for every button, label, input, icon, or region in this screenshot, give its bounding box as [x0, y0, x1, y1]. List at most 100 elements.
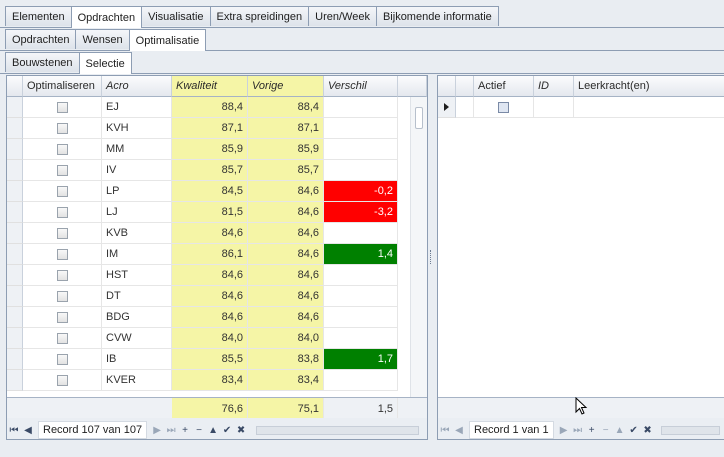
cell-acro[interactable]: KVB	[102, 223, 172, 244]
cell-kwaliteit[interactable]: 84,6	[172, 307, 248, 328]
tab-bouwstenen[interactable]: Bouwstenen	[5, 52, 80, 72]
cell-vorige[interactable]: 83,4	[248, 370, 324, 391]
add-icon[interactable]: +	[178, 425, 192, 436]
cell-verschil[interactable]	[324, 139, 398, 160]
cell-kwaliteit[interactable]: 85,7	[172, 160, 248, 181]
vertical-scrollbar[interactable]	[410, 97, 427, 397]
cell-kwaliteit[interactable]: 87,1	[172, 118, 248, 139]
tab-opdrachten[interactable]: Opdrachten	[70, 6, 143, 28]
optimaliseren-checkbox[interactable]	[56, 374, 68, 386]
right-first-record-icon[interactable]: ⏮	[438, 425, 452, 436]
col-id[interactable]: ID	[534, 76, 574, 97]
cell-acro[interactable]: IB	[102, 349, 172, 370]
row-indicator[interactable]	[7, 118, 23, 139]
right-move-up-icon[interactable]: ▲	[613, 425, 627, 436]
cell-optimaliseren[interactable]	[23, 349, 102, 370]
optimaliseren-checkbox[interactable]	[56, 122, 68, 134]
cell-kwaliteit[interactable]: 84,6	[172, 286, 248, 307]
cell-optimaliseren[interactable]	[23, 181, 102, 202]
cell-vorige[interactable]: 83,8	[248, 349, 324, 370]
first-record-icon[interactable]: ⏮	[7, 425, 21, 436]
cell-acro[interactable]: IV	[102, 160, 172, 181]
cell-acro[interactable]: MM	[102, 139, 172, 160]
cell-optimaliseren[interactable]	[23, 328, 102, 349]
cell-acro[interactable]: CVW	[102, 328, 172, 349]
cell-vorige[interactable]: 84,6	[248, 223, 324, 244]
cell-acro[interactable]: LJ	[102, 202, 172, 223]
right-cell-actief[interactable]	[474, 97, 534, 118]
cell-acro[interactable]: HST	[102, 265, 172, 286]
right-prev-record-icon[interactable]: ◀	[452, 425, 466, 436]
cell-verschil[interactable]: 1,7	[324, 349, 398, 370]
tab-opdrachten-sub[interactable]: Opdrachten	[5, 29, 77, 49]
cell-kwaliteit[interactable]: 85,9	[172, 139, 248, 160]
row-indicator[interactable]	[7, 160, 23, 181]
right-add-icon[interactable]: +	[585, 425, 599, 436]
cell-verschil[interactable]	[324, 307, 398, 328]
cell-kwaliteit[interactable]: 84,0	[172, 328, 248, 349]
right-cancel-icon[interactable]: ✖	[641, 425, 655, 436]
optimaliseren-checkbox[interactable]	[56, 206, 68, 218]
col-actief[interactable]: Actief	[474, 76, 534, 97]
tab-visualisatie[interactable]: Visualisatie	[141, 6, 211, 26]
optimaliseren-checkbox[interactable]	[56, 311, 68, 323]
cell-verschil[interactable]	[324, 328, 398, 349]
cell-acro[interactable]: LP	[102, 181, 172, 202]
remove-icon[interactable]: −	[192, 425, 206, 436]
tab-optimalisatie[interactable]: Optimalisatie	[128, 29, 207, 51]
cancel-icon[interactable]: ✖	[234, 425, 248, 436]
actief-checkbox[interactable]	[498, 101, 509, 113]
cell-verschil[interactable]	[324, 97, 398, 118]
cell-vorige[interactable]: 85,7	[248, 160, 324, 181]
cell-vorige[interactable]: 84,6	[248, 181, 324, 202]
col-vorige[interactable]: Vorige	[248, 76, 324, 97]
cell-vorige[interactable]: 84,6	[248, 286, 324, 307]
right-cell-id[interactable]	[534, 97, 574, 118]
right-remove-icon[interactable]: −	[599, 425, 613, 436]
cell-optimaliseren[interactable]	[23, 160, 102, 181]
horizontal-scrollbar[interactable]	[256, 425, 419, 435]
col-verschil[interactable]: Verschil	[324, 76, 398, 97]
cell-kwaliteit[interactable]: 88,4	[172, 97, 248, 118]
optimaliseren-checkbox[interactable]	[56, 332, 68, 344]
cell-verschil[interactable]: 1,4	[324, 244, 398, 265]
row-indicator[interactable]	[7, 223, 23, 244]
cell-optimaliseren[interactable]	[23, 118, 102, 139]
cell-verschil[interactable]	[324, 223, 398, 244]
optimaliseren-checkbox[interactable]	[56, 164, 68, 176]
row-indicator[interactable]	[7, 97, 23, 118]
cell-kwaliteit[interactable]: 85,5	[172, 349, 248, 370]
tab-uren-week[interactable]: Uren/Week	[308, 6, 377, 26]
cell-optimaliseren[interactable]	[23, 307, 102, 328]
cell-kwaliteit[interactable]: 81,5	[172, 202, 248, 223]
col-leerkrachten[interactable]: Leerkracht(en)	[574, 76, 724, 97]
cell-verschil[interactable]	[324, 265, 398, 286]
right-next-record-icon[interactable]: ▶	[557, 425, 571, 436]
cell-optimaliseren[interactable]	[23, 97, 102, 118]
cell-optimaliseren[interactable]	[23, 370, 102, 391]
cell-vorige[interactable]: 87,1	[248, 118, 324, 139]
current-row-indicator[interactable]	[438, 97, 456, 118]
right-horizontal-scrollbar[interactable]	[660, 425, 720, 435]
cell-optimaliseren[interactable]	[23, 202, 102, 223]
cell-kwaliteit[interactable]: 86,1	[172, 244, 248, 265]
cell-vorige[interactable]: 88,4	[248, 97, 324, 118]
cell-verschil[interactable]	[324, 286, 398, 307]
right-confirm-icon[interactable]: ✔	[627, 425, 641, 436]
cell-optimaliseren[interactable]	[23, 223, 102, 244]
cell-acro[interactable]: EJ	[102, 97, 172, 118]
tab-wensen[interactable]: Wensen	[75, 29, 130, 49]
last-record-icon[interactable]: ⏭	[164, 425, 178, 436]
cell-acro[interactable]: IM	[102, 244, 172, 265]
row-indicator[interactable]	[7, 328, 23, 349]
col-acro[interactable]: Acro	[102, 76, 172, 97]
right-cell-leerkrachten[interactable]	[574, 97, 724, 118]
cell-kwaliteit[interactable]: 84,6	[172, 265, 248, 286]
row-indicator[interactable]	[7, 139, 23, 160]
cell-acro[interactable]: KVER	[102, 370, 172, 391]
col-kwaliteit[interactable]: Kwaliteit	[172, 76, 248, 97]
cell-vorige[interactable]: 84,6	[248, 202, 324, 223]
cell-kwaliteit[interactable]: 83,4	[172, 370, 248, 391]
cell-optimaliseren[interactable]	[23, 286, 102, 307]
row-indicator[interactable]	[7, 181, 23, 202]
